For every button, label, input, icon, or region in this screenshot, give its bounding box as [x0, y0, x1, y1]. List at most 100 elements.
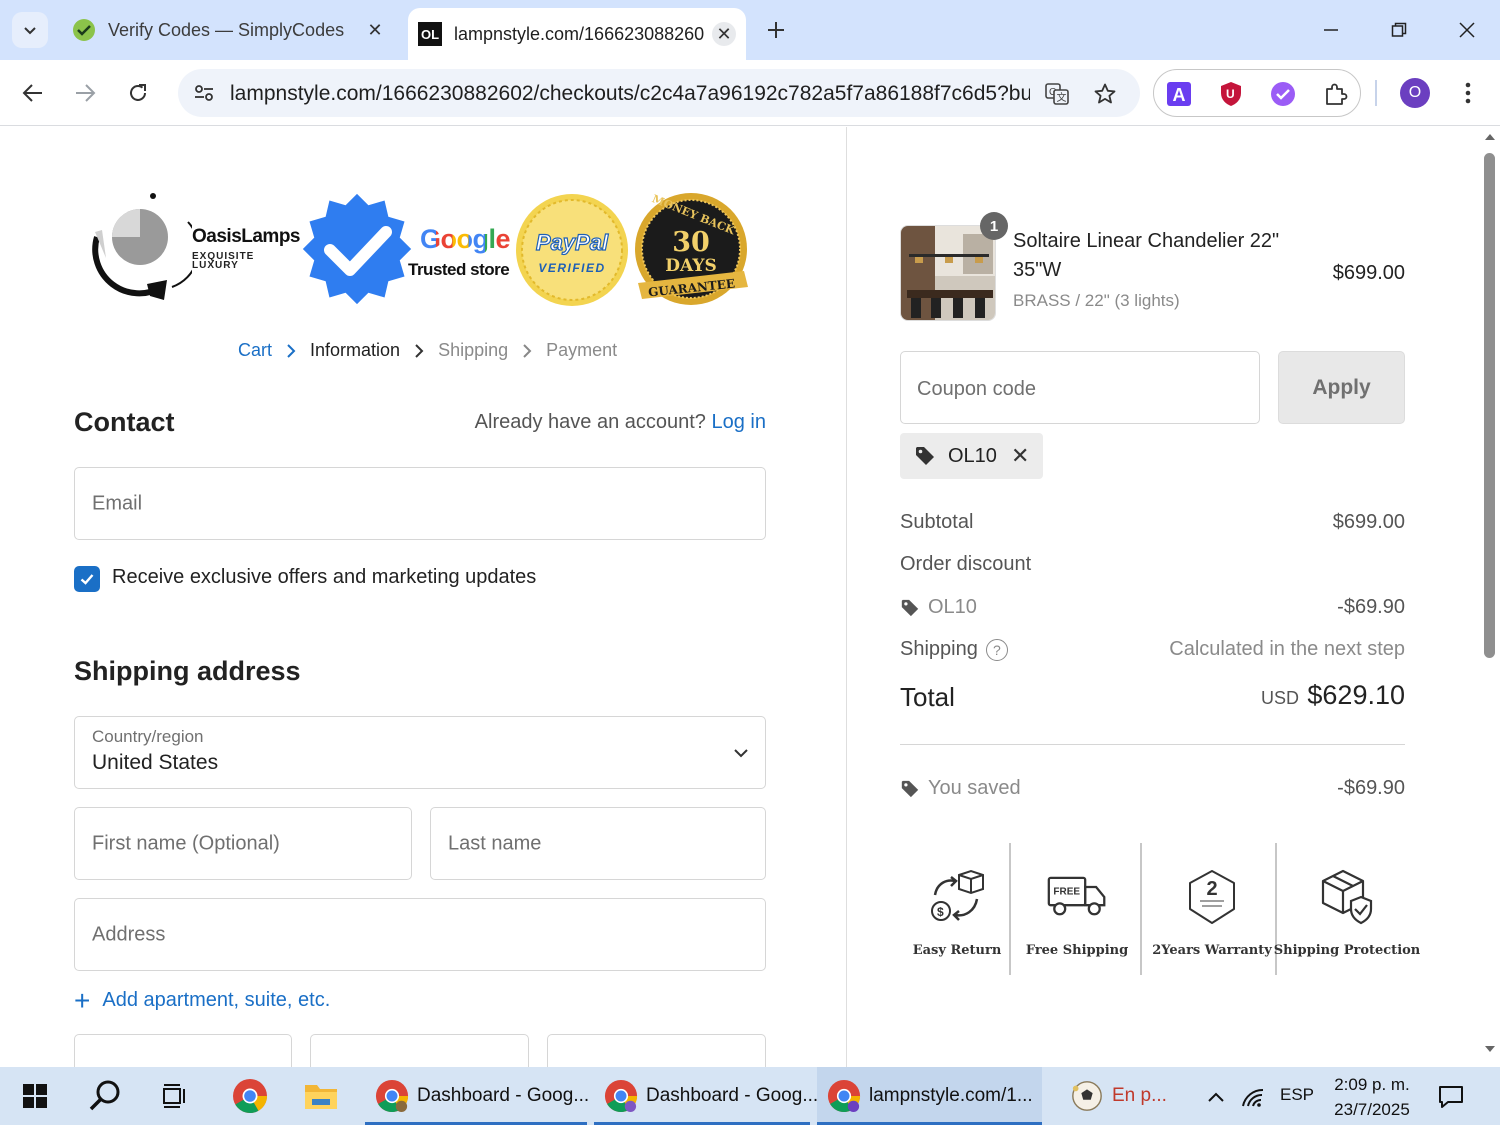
minimize-window-button[interactable] [1308, 10, 1354, 50]
account-prompt: Already have an account? Log in [475, 411, 766, 434]
show-hidden-icons-chevron-icon[interactable] [1203, 1084, 1229, 1110]
shipping-address-heading: Shipping address [74, 656, 301, 686]
svg-text:A: A [1173, 85, 1186, 105]
apply-coupon-button[interactable]: Apply [1278, 351, 1405, 424]
tab-simplycodes[interactable]: Verify Codes — SimplyCodes ✕ [62, 8, 397, 52]
breadcrumb-information: Information [310, 340, 401, 360]
site-info-icon[interactable] [188, 77, 220, 109]
wifi-icon[interactable] [1240, 1084, 1266, 1110]
windows-start-icon[interactable] [14, 1075, 56, 1117]
remove-discount-icon[interactable]: ✕ [1011, 443, 1029, 469]
task-view-icon[interactable] [154, 1075, 196, 1117]
trust-badge-label: 2Years Warranty [1152, 943, 1272, 958]
input-language-indicator[interactable]: ESP [1280, 1085, 1314, 1105]
last-name-field[interactable]: Last name [430, 807, 766, 880]
scroll-down-arrow-icon[interactable] [1483, 1045, 1497, 1057]
state-field[interactable] [310, 1034, 529, 1067]
city-field[interactable] [74, 1034, 292, 1067]
trust-badge-label: Free Shipping [1025, 943, 1129, 958]
address-field[interactable]: Address [74, 898, 766, 971]
zip-code-field[interactable] [547, 1034, 766, 1067]
help-question-icon[interactable]: ? [985, 638, 1008, 661]
tab-title: lampnstyle.com/166623088260 [454, 23, 705, 44]
price-tag-icon [900, 598, 920, 618]
puzzle-extensions-icon[interactable] [1322, 80, 1350, 108]
address-bar[interactable]: lampnstyle.com/1666230882602/checkouts/c… [178, 69, 1140, 117]
close-icon [1459, 22, 1475, 38]
warranty-years-number: 2 [1206, 878, 1217, 900]
ublock-shield-icon[interactable]: U [1217, 80, 1245, 108]
money-back-number: 30 [672, 227, 710, 258]
taskbar-app-label: lampnstyle.com/1... [869, 1085, 1033, 1106]
quantity-badge: 1 [980, 212, 1008, 240]
breadcrumb-payment: Payment [546, 340, 618, 360]
close-window-button[interactable] [1444, 10, 1490, 50]
new-tab-button[interactable] [760, 14, 792, 46]
chrome-taskbar-icon[interactable] [229, 1075, 271, 1117]
paypal-verified-text: VERIFIED [538, 261, 605, 275]
simplycodes-extension-icon[interactable] [1269, 80, 1297, 108]
bookmark-star-icon[interactable] [1088, 77, 1122, 111]
chevron-down-icon [24, 27, 36, 35]
last-name-placeholder: Last name [448, 832, 542, 854]
svg-text:U: U [1226, 87, 1235, 101]
tab-search-button[interactable] [12, 12, 48, 48]
marketing-opt-in-checkbox[interactable] [74, 566, 100, 592]
tab-lampnstyle[interactable]: OL lampnstyle.com/166623088260 ✕ [408, 8, 746, 60]
checkout-form-column: OasisLamps EXQUISITE LUXURY Google Trust… [0, 127, 846, 1067]
extension-a-icon[interactable]: A [1165, 80, 1193, 108]
kebab-menu-icon[interactable] [1452, 76, 1484, 110]
login-link[interactable]: Log in [712, 411, 767, 433]
oasislamps-logo[interactable]: OasisLamps EXQUISITE LUXURY [92, 192, 302, 307]
forward-button[interactable] [65, 73, 105, 113]
scrollbar-thumb[interactable] [1484, 153, 1495, 658]
scroll-up-arrow-icon[interactable] [1483, 133, 1497, 145]
breadcrumb-shipping: Shipping [438, 340, 509, 360]
taskbar-app-soccer[interactable]: En p... [1060, 1067, 1185, 1125]
shipping-value: Calculated in the next step [1169, 638, 1405, 660]
arrow-right-icon [76, 84, 96, 102]
shipping-label-text: Shipping [900, 638, 978, 660]
taskbar-app-lampnstyle[interactable]: lampnstyle.com/1... [817, 1067, 1042, 1125]
subtotal-value: $699.00 [1332, 511, 1405, 533]
clock-time: 2:09 p. m. [1334, 1075, 1410, 1094]
contact-heading: Contact [74, 407, 175, 437]
reload-icon [130, 84, 146, 101]
notifications-icon[interactable] [1437, 1083, 1465, 1111]
translate-icon[interactable]: G文 [1040, 77, 1074, 111]
add-apartment-link[interactable]: + Add apartment, suite, etc. [74, 986, 330, 1014]
arrow-left-icon [22, 84, 42, 102]
marketing-opt-in-label[interactable]: Receive exclusive offers and marketing u… [112, 566, 536, 589]
price-tag-icon [914, 445, 936, 467]
country-region-select[interactable]: Country/region United States [74, 716, 766, 789]
svg-text:文: 文 [1057, 91, 1067, 104]
toolbar-separator [1375, 80, 1377, 106]
trust-badge-label: Shipping Protection [1273, 943, 1421, 958]
page-scrollbar[interactable] [1480, 127, 1500, 1067]
coupon-code-input[interactable]: Coupon code [900, 351, 1260, 424]
file-explorer-icon[interactable] [300, 1075, 342, 1117]
back-button[interactable] [13, 73, 53, 113]
close-tab-icon[interactable]: ✕ [712, 22, 736, 46]
taskbar-clock[interactable]: 2:09 p. m. 23/7/2025 [1324, 1072, 1420, 1122]
email-field[interactable]: Email [74, 467, 766, 540]
restore-window-button[interactable] [1376, 10, 1422, 50]
breadcrumb-cart-link[interactable]: Cart [238, 340, 272, 361]
url-text[interactable]: lampnstyle.com/1666230882602/checkouts/c… [230, 82, 1030, 106]
taskbar-app-dashboard-2[interactable]: Dashboard - Goog... [594, 1067, 818, 1125]
search-icon[interactable] [84, 1075, 126, 1117]
product-name: Soltaire Linear Chandelier 22" 35"W [1013, 230, 1280, 281]
first-name-field[interactable]: First name (Optional) [74, 807, 412, 880]
close-tab-icon[interactable]: ✕ [363, 18, 387, 42]
reload-button[interactable] [118, 73, 158, 113]
plus-icon [768, 22, 784, 38]
trust-separator [1009, 843, 1011, 975]
trust-badge-label: Easy Return [912, 943, 1002, 958]
order-summary-column: 1 Soltaire Linear Chandelier 22" 35"W BR… [847, 127, 1480, 1067]
taskbar-app-label: En p... [1112, 1085, 1167, 1106]
applied-discount-code: OL10 [948, 444, 997, 467]
shipping-row: Shipping ? Calculated in the next step [900, 638, 1405, 668]
trust-badge-easy-return: $ Easy Return [912, 843, 1002, 975]
taskbar-app-dashboard-1[interactable]: Dashboard - Goog... [365, 1067, 589, 1125]
profile-avatar[interactable]: O [1400, 78, 1430, 108]
